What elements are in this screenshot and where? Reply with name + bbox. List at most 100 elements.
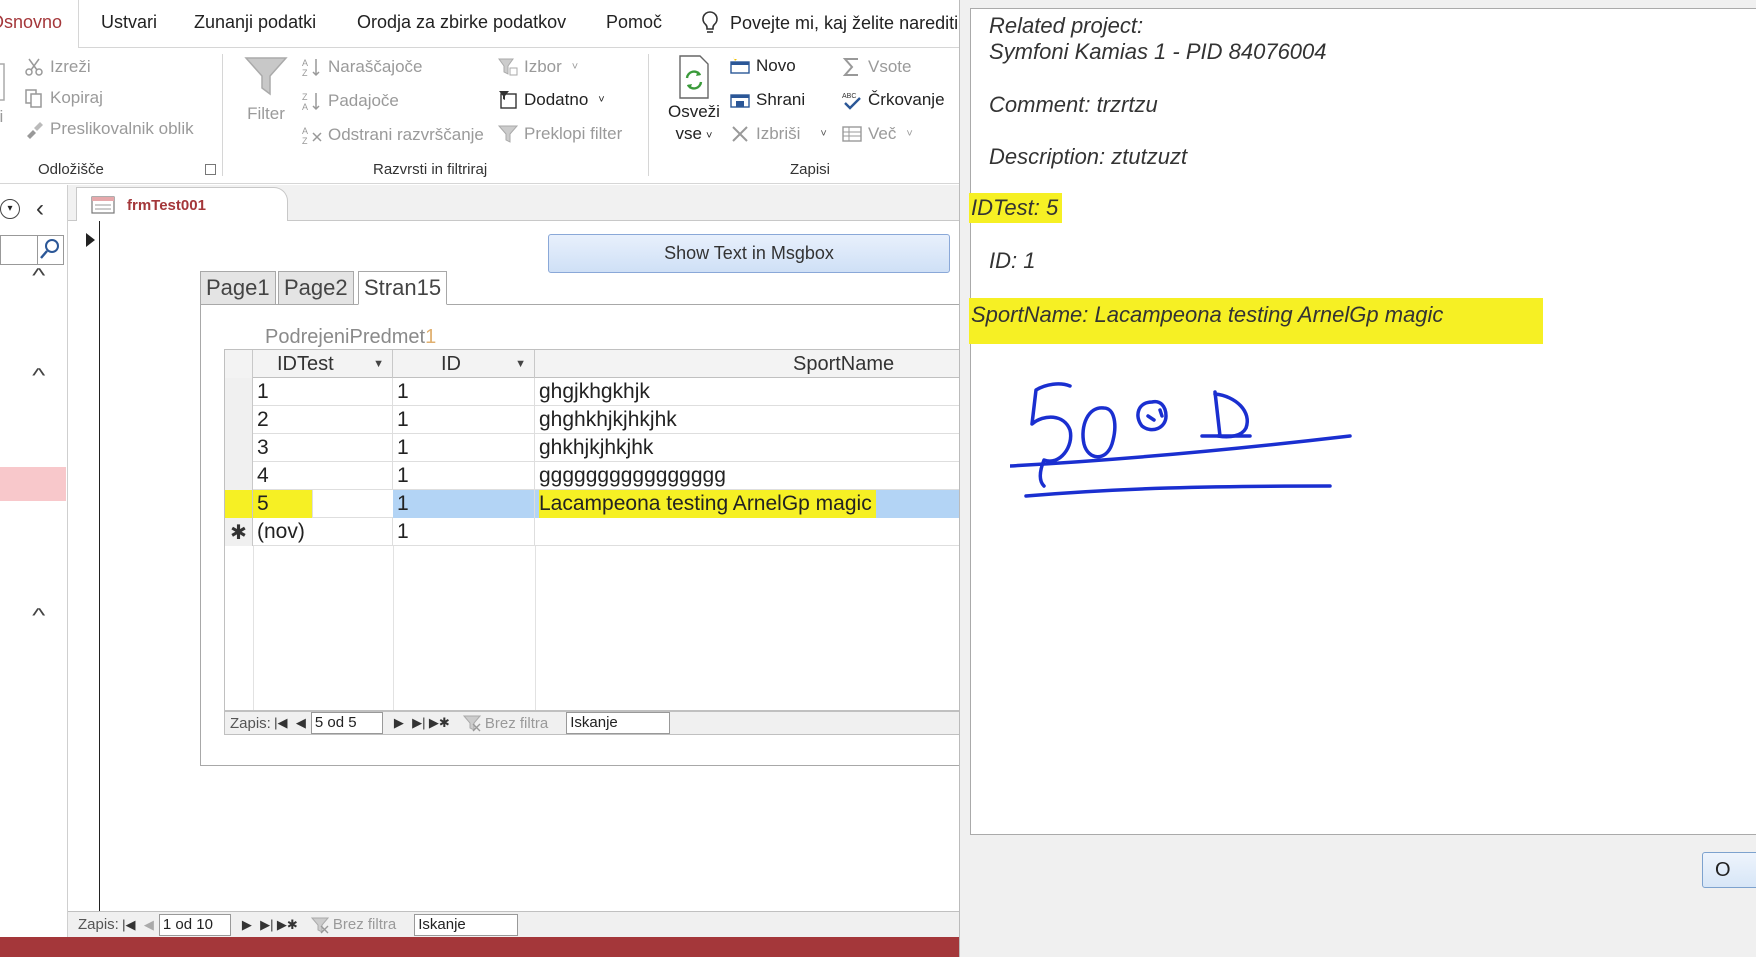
previous-record-icon[interactable]: ◀ [139, 917, 159, 933]
selection-label: Izbor [524, 57, 562, 76]
row-selector[interactable] [225, 378, 253, 406]
document-tab[interactable]: frmTest001 [76, 187, 288, 222]
show-text-in-msgbox-button[interactable]: Show Text in Msgbox [548, 234, 950, 273]
column-header-sportname[interactable]: SportName [535, 350, 959, 378]
sort-descending-button[interactable]: Z A Padajoče [302, 91, 399, 111]
cell-idtest[interactable]: 5 [253, 490, 313, 518]
refresh-all-button[interactable]: Osveži vse ˅ [668, 54, 720, 144]
tab-database-tools[interactable]: Orodja za zbirke podatkov [357, 12, 566, 33]
cell-sportname[interactable]: gggggggggggggggg [535, 462, 959, 490]
table-row[interactable]: 3 1 ghkhjkjhkjhk [225, 434, 959, 462]
cell-idtest[interactable]: (nov) [253, 518, 393, 546]
search-field[interactable]: Iskanje [414, 913, 519, 936]
copy-button[interactable]: Kopiraj [24, 88, 103, 108]
table-row[interactable]: 2 1 ghghkhjkjhkjhk [225, 406, 959, 434]
search-field[interactable]: Iskanje [566, 712, 671, 734]
search-button[interactable] [37, 236, 63, 264]
sigma-icon [842, 58, 858, 76]
cell-id[interactable]: 1 [393, 434, 535, 462]
tab-external-data[interactable]: Zunanji podatki [194, 12, 316, 33]
delete-record-button[interactable]: Izbriši ˅ [730, 124, 827, 144]
new-record-nav-icon[interactable]: ▶✱ [277, 917, 298, 933]
record-selector[interactable] [78, 221, 100, 911]
ribbon: pi Izreži Kopiraj Preslikovalni [0, 48, 960, 184]
cut-button[interactable]: Izreži [24, 57, 91, 77]
table-row-new[interactable]: ✱ (nov) 1 [225, 518, 959, 546]
sort-ascending-button[interactable]: A Z Naraščajoče [302, 57, 423, 77]
last-record-icon[interactable]: ▶| [409, 715, 429, 731]
tab-help[interactable]: Pomoč [606, 12, 662, 33]
cell-id[interactable]: 1 [393, 406, 535, 434]
first-record-icon[interactable]: |◀ [119, 917, 139, 933]
dialog-launcher-icon[interactable] [205, 164, 216, 175]
collapse-group-icon[interactable]: ^ [32, 365, 45, 388]
format-painter-button[interactable]: Preslikovalnik oblik [24, 119, 194, 139]
new-record-marker-icon[interactable]: ✱ [225, 518, 253, 546]
toggle-filter-button[interactable]: Preklopi filter [498, 124, 622, 144]
collapse-group-icon[interactable]: ^ [32, 605, 45, 628]
dropdown-arrow-icon[interactable]: ▼ [373, 350, 384, 378]
spelling-button[interactable]: ABC Črkovanje [842, 90, 945, 110]
cell-sportname[interactable]: ghghkhjkjhkjhk [535, 406, 959, 434]
save-record-button[interactable]: Shrani [730, 90, 805, 110]
row-selector[interactable] [225, 462, 253, 490]
row-selector[interactable] [225, 490, 253, 518]
previous-record-icon[interactable]: ◀ [291, 715, 311, 731]
advanced-button[interactable]: Dodatno ˅ [498, 90, 605, 110]
cell-idtest[interactable]: 2 [253, 406, 393, 434]
select-all-corner[interactable] [225, 350, 253, 378]
no-filter-indicator[interactable]: Brez filtra [310, 916, 396, 934]
cell-id[interactable]: 1 [393, 378, 535, 406]
tab-stran15[interactable]: Stran15 [358, 271, 448, 305]
tell-me-box[interactable]: Povejte mi, kaj želite narediti [700, 10, 958, 36]
record-position-input[interactable]: 5 od 5 [310, 712, 383, 734]
cell-idtest[interactable]: 4 [253, 462, 393, 490]
collapse-group-icon[interactable]: ^ [32, 265, 45, 288]
shutter-bar-close-icon[interactable]: ‹ [36, 195, 44, 223]
nav-selected-item[interactable] [0, 467, 66, 501]
dropdown-arrow-icon[interactable]: ▼ [515, 350, 526, 378]
last-record-icon[interactable]: ▶| [257, 917, 277, 933]
tab-page1[interactable]: Page1 [200, 271, 276, 305]
nav-menu-icon[interactable]: ▾ [0, 199, 20, 219]
no-filter-indicator[interactable]: Brez filtra [462, 714, 548, 732]
new-record-nav-icon[interactable]: ▶✱ [429, 715, 450, 731]
paste-button[interactable]: pi [0, 56, 8, 126]
grid-line [253, 546, 254, 710]
filter-button[interactable]: Filter [244, 54, 288, 124]
new-record-button[interactable]: Novo [730, 56, 796, 76]
column-header-id[interactable]: ID ▼ [393, 350, 535, 378]
nav-search-input[interactable] [0, 235, 64, 265]
tab-create[interactable]: Ustvari [101, 12, 157, 33]
row-selector[interactable] [225, 406, 253, 434]
cell-sportname[interactable]: Lacampeona testing ArnelGp magic [535, 490, 959, 518]
next-record-icon[interactable]: ▶ [237, 917, 257, 933]
first-record-icon[interactable]: |◀ [271, 715, 291, 731]
tab-home[interactable]: Osnovno [0, 0, 80, 49]
cell-id[interactable]: 1 [393, 518, 535, 546]
cell-sportname[interactable]: ghgjkhgkhjk [535, 378, 959, 406]
next-record-icon[interactable]: ▶ [389, 715, 409, 731]
selection-button[interactable]: Izbor ˅ [498, 57, 578, 77]
tab-page2[interactable]: Page2 [278, 271, 354, 305]
column-header-idtest[interactable]: IDTest ▼ [253, 350, 393, 378]
description-line: Description: ztutzuzt [989, 144, 1188, 169]
cell-idtest[interactable]: 3 [253, 434, 393, 462]
totals-button[interactable]: Vsote [842, 57, 911, 77]
cell-sportname[interactable] [535, 518, 959, 546]
toggle-filter-icon [498, 125, 518, 143]
more-button[interactable]: Več ˅ [842, 124, 913, 144]
remove-sort-button[interactable]: A Z Odstrani razvrščanje [302, 125, 484, 145]
table-row[interactable]: 1 1 ghgjkhgkhjk [225, 378, 959, 406]
ok-button[interactable]: O [1702, 852, 1756, 888]
search-icon [40, 239, 59, 259]
record-position-input[interactable]: 1 od 10 [158, 913, 231, 936]
table-row[interactable]: 4 1 gggggggggggggggg [225, 462, 959, 490]
cell-idtest[interactable]: 1 [253, 378, 393, 406]
cell-id[interactable]: 1 [393, 490, 535, 518]
row-selector[interactable] [225, 434, 253, 462]
table-row-selected[interactable]: 5 1 Lacampeona testing ArnelGp magic [225, 490, 959, 518]
cell-sportname[interactable]: ghkhjkjhkjhk [535, 434, 959, 462]
cell-id[interactable]: 1 [393, 462, 535, 490]
svg-text:Z: Z [302, 92, 308, 102]
